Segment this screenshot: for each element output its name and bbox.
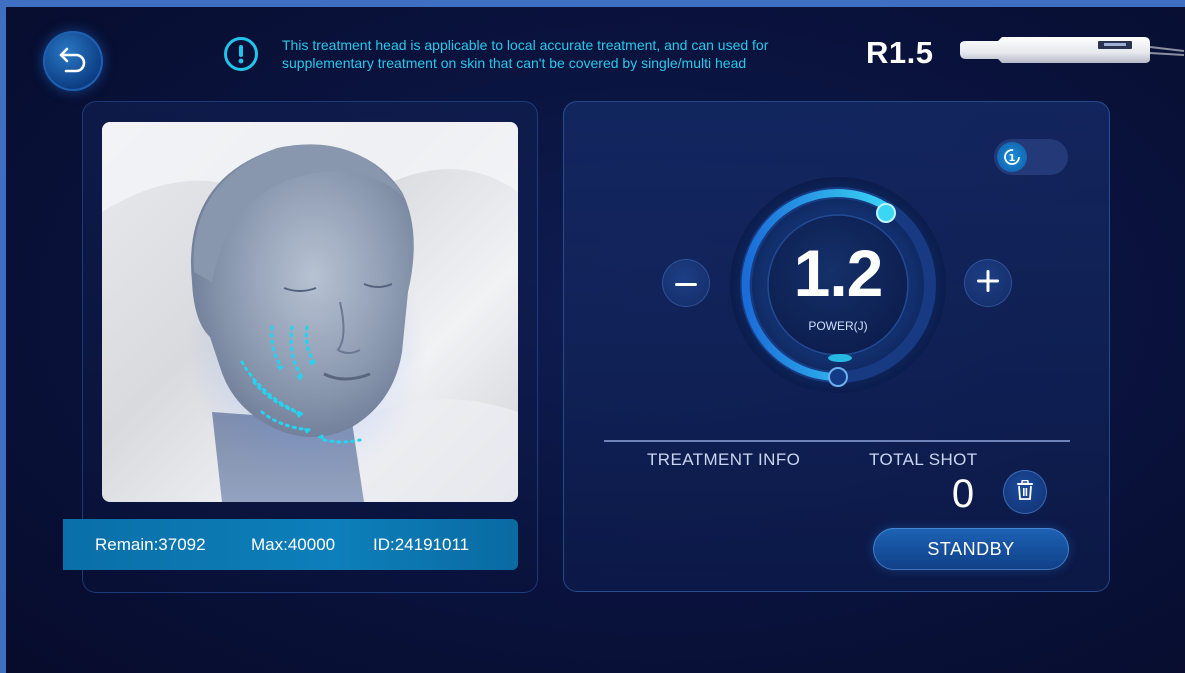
back-button[interactable] — [43, 31, 103, 91]
power-increase-button[interactable] — [964, 259, 1012, 307]
reset-shot-button[interactable] — [1003, 470, 1047, 514]
power-label: POWER(J) — [808, 319, 868, 333]
power-decrease-button[interactable] — [662, 259, 710, 307]
power-value: 1.2 — [793, 236, 884, 310]
max-count: Max:40000 — [251, 535, 336, 554]
total-shot-value: 0 — [951, 472, 975, 516]
notice-text: This treatment head is applicable to loc… — [282, 37, 769, 71]
remain-count: Remain:37092 — [95, 535, 206, 554]
device-id: ID:24191011 — [373, 535, 470, 554]
standby-button[interactable]: STANDBY — [873, 528, 1069, 570]
exclamation-circle-icon — [224, 37, 258, 71]
plus-icon — [977, 269, 999, 297]
treatment-info-label: TREATMENT INFO — [647, 450, 801, 469]
trash-icon — [1016, 479, 1034, 505]
cycle-one-icon: 1 — [997, 142, 1027, 172]
handpiece-image — [958, 33, 1185, 72]
power-dial[interactable]: 1.2 POWER(J) — [728, 175, 948, 395]
mode-toggle[interactable]: 1 — [994, 139, 1068, 175]
undo-arrow-icon — [58, 45, 88, 78]
treatment-head-label: R1.5 — [866, 35, 934, 70]
face-diagram — [102, 122, 518, 502]
divider — [604, 440, 1070, 442]
minus-icon — [675, 274, 697, 292]
treatment-screen: This treatment head is applicable to loc… — [6, 7, 1185, 673]
counter-bar: Remain:37092 Max:40000 ID:24191011 — [63, 519, 518, 570]
svg-text:1: 1 — [1009, 153, 1016, 164]
total-shot-label: TOTAL SHOT — [869, 450, 978, 469]
